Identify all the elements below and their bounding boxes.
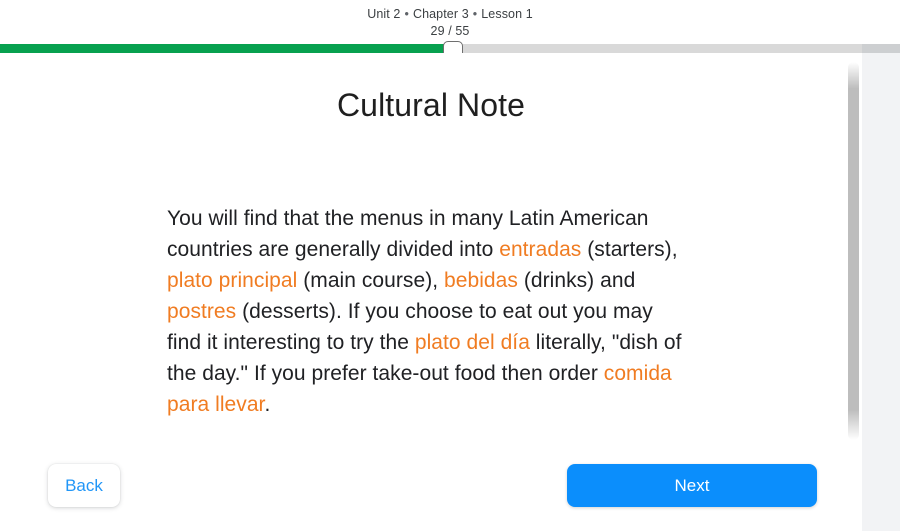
breadcrumb-unit: Unit 2 [367,7,401,21]
back-button[interactable]: Back [48,464,120,507]
breadcrumb-separator-2: • [472,7,478,21]
paragraph-text: . [264,393,271,416]
breadcrumb-separator-1: • [404,7,409,21]
spanish-term: postres [167,300,237,323]
lesson-screen: Unit 2 • Chapter 3 • Lesson 1 29 / 55 Cultur… [0,0,900,531]
paragraph-text: (drinks) and [517,269,636,292]
spanish-term: plato del día [414,331,530,354]
next-button[interactable]: Next [567,464,817,507]
cultural-note-paragraph: You will find that the menus in many Lat… [167,203,687,420]
lesson-content-card: Cultural Note You will find that the men… [0,53,862,531]
breadcrumb: Unit 2 • Chapter 3 • Lesson 1 [0,6,900,23]
progress-bar-fill [0,44,453,53]
progress-count-label: 29 / 55 [430,24,470,38]
spanish-term: plato principal [167,269,298,292]
page-title: Cultural Note [336,87,526,123]
lesson-header: Unit 2 • Chapter 3 • Lesson 1 29 / 55 [0,0,900,44]
spanish-term: entradas [499,238,582,261]
content-scrollbar[interactable] [848,62,859,531]
breadcrumb-chapter: Chapter 3 [412,7,469,21]
breadcrumb-lesson: Lesson 1 [481,7,533,21]
content-scrollbar-thumb[interactable] [848,62,859,440]
spanish-term: bebidas [444,269,518,292]
paragraph-text: (starters), [581,238,678,261]
paragraph-text: (main course), [297,269,445,292]
progress-bar-track-edge [862,44,900,53]
